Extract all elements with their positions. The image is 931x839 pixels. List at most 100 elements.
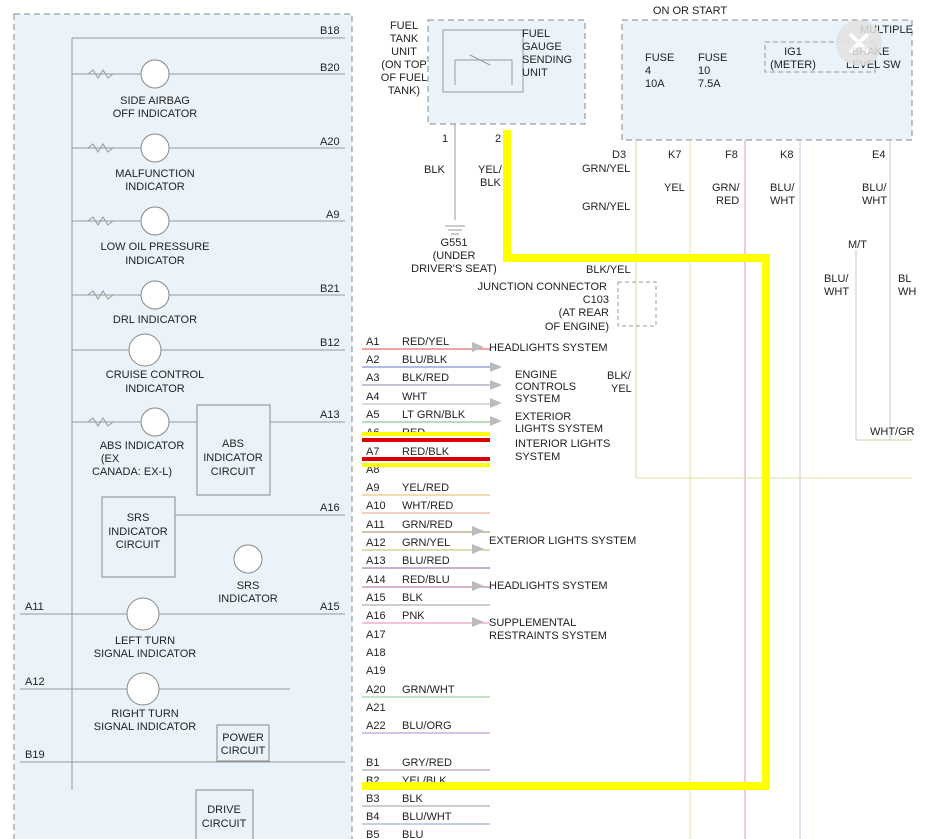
gauge-control-frame bbox=[13, 13, 353, 839]
svg-text:E4: E4 bbox=[872, 149, 885, 161]
wire-color-a1: RED/YEL bbox=[402, 336, 449, 348]
wire-color-a10: WHT/RED bbox=[402, 500, 453, 512]
junction-connector-c103 bbox=[617, 281, 657, 327]
pin-a10: A10 bbox=[366, 500, 386, 512]
pin-b3: B3 bbox=[366, 793, 379, 805]
wire-color-a2: BLU/BLK bbox=[402, 354, 448, 366]
pin-a21: A21 bbox=[366, 702, 386, 714]
fuel-tank-unit-frame bbox=[427, 19, 586, 125]
fuel-tank-unit-label: FUEL TANK UNIT (ON TOP OF FUEL TANK) bbox=[381, 20, 427, 97]
yel-blk-label: YEL/BLK bbox=[478, 164, 503, 189]
pin-a20: A20 bbox=[366, 684, 386, 696]
close-icon[interactable] bbox=[836, 20, 882, 66]
wire-color-a3: BLK/RED bbox=[402, 372, 449, 384]
wiring-diagram: A1 RED/YEL A2 BLU/BLK A3 BLK/RED A4 WHT A5 LT GRN… bbox=[13, 5, 916, 839]
svg-text:WHT/GR: WHT/GR bbox=[870, 426, 915, 438]
pin-a11: A11 bbox=[366, 519, 385, 531]
abs-indicator-circuit-box bbox=[196, 404, 271, 496]
svg-text:B21: B21 bbox=[320, 283, 340, 295]
pin-b4: B4 bbox=[366, 811, 379, 823]
pin1-label: 1 bbox=[442, 133, 448, 145]
pin-a7: A7 bbox=[366, 446, 379, 458]
bl-wh-label: BL WH bbox=[898, 273, 916, 298]
svg-text:A20: A20 bbox=[320, 136, 340, 148]
svg-text:ENGINECONTROLSSYSTEM: ENGINE CONTROLS SYSTEM bbox=[515, 369, 576, 405]
wire-color-a16: PNK bbox=[402, 610, 425, 622]
wire-color-a15: BLK bbox=[402, 592, 423, 604]
pin-a16: A16 bbox=[366, 610, 386, 622]
pin-a14: A14 bbox=[366, 574, 386, 586]
wire-color-a20: GRN/WHT bbox=[402, 684, 455, 696]
pin-a12: A12 bbox=[366, 537, 386, 549]
svg-text:INTERIOR LIGHTSSYSTEM: INTERIOR LIGHTS SYSTEM bbox=[515, 438, 610, 463]
svg-text:A13: A13 bbox=[320, 409, 340, 421]
svg-text:HEADLIGHTS SYSTEM: HEADLIGHTS SYSTEM bbox=[489, 580, 608, 592]
svg-text:SUPPLEMENTALRESTRAINTS SYSTEM: SUPPLEMENTAL RESTRAINTS SYSTEM bbox=[489, 617, 607, 642]
pin-a13: A13 bbox=[366, 555, 386, 567]
pin-b5: B5 bbox=[366, 829, 379, 839]
svg-text:B20: B20 bbox=[320, 62, 340, 74]
svg-text:A16: A16 bbox=[320, 502, 340, 514]
svg-text:YEL: YEL bbox=[664, 182, 685, 194]
top-wires bbox=[454, 124, 912, 839]
pin-a17: A17 bbox=[366, 629, 386, 641]
wire-color-a22: BLU/ORG bbox=[402, 720, 452, 732]
pin-a9: A9 bbox=[366, 482, 379, 494]
svg-text:DRL INDICATOR: DRL INDICATOR bbox=[113, 314, 197, 326]
pin-a3: A3 bbox=[366, 372, 379, 384]
pin-a1: A1 bbox=[366, 336, 379, 348]
pin-a4: A4 bbox=[366, 391, 379, 403]
svg-text:A15: A15 bbox=[320, 601, 340, 613]
svg-text:M/T: M/T bbox=[848, 239, 867, 251]
svg-text:EXTERIOR LIGHTS SYSTEM: EXTERIOR LIGHTS SYSTEM bbox=[489, 535, 636, 547]
wire-color-a9: YEL/RED bbox=[402, 482, 449, 494]
wire-color-a4: WHT bbox=[402, 391, 427, 403]
blu-wht2-label: BLU/WHT bbox=[862, 182, 887, 207]
pin-a22: A22 bbox=[366, 720, 386, 732]
svg-text:SIDE AIRBAGOFF INDICATOR: SIDE AIRBAG OFF INDICATOR bbox=[113, 95, 198, 120]
wire-color-a5: LT GRN/BLK bbox=[402, 409, 466, 421]
ground-icon bbox=[445, 225, 465, 235]
wire-color-a12: GRN/YEL bbox=[402, 537, 450, 549]
svg-text:A9: A9 bbox=[326, 209, 339, 221]
wire-color-b5: BLU bbox=[402, 829, 423, 839]
wire-color-b3: BLK bbox=[402, 793, 423, 805]
svg-text:F8: F8 bbox=[725, 149, 738, 161]
svg-text:D3: D3 bbox=[612, 149, 626, 161]
wire-color-b1: GRY/RED bbox=[402, 757, 452, 769]
svg-text:HEADLIGHTS SYSTEM: HEADLIGHTS SYSTEM bbox=[489, 342, 608, 354]
grn-red-label: GRN/RED bbox=[712, 182, 740, 207]
pin2-label: 2 bbox=[495, 133, 501, 145]
blu-wht3-label: BLU/WHT bbox=[824, 273, 849, 298]
svg-text:B18: B18 bbox=[320, 25, 340, 37]
blk-label: BLK bbox=[424, 164, 445, 176]
svg-text:BLK/YEL: BLK/YEL bbox=[586, 264, 631, 276]
svg-text:A11: A11 bbox=[25, 601, 44, 613]
svg-text:K7: K7 bbox=[668, 149, 681, 161]
pin-b1: B1 bbox=[366, 757, 379, 769]
blu-wht-label: BLU/WHT bbox=[770, 182, 795, 207]
wire-color-b4: BLU/WHT bbox=[402, 811, 452, 823]
pin-a15: A15 bbox=[366, 592, 386, 604]
pin-a18: A18 bbox=[366, 647, 386, 659]
on-or-start-label: ON OR START bbox=[653, 5, 727, 17]
junction-label: JUNCTION CONNECTOR C103 (AT REAR OF ENGINE) bbox=[478, 281, 609, 333]
pin-a5: A5 bbox=[366, 409, 379, 421]
svg-text:GRN/YEL: GRN/YEL bbox=[582, 201, 630, 213]
pin-a19: A19 bbox=[366, 665, 386, 677]
svg-text:K8: K8 bbox=[780, 149, 793, 161]
svg-text:B12: B12 bbox=[320, 337, 340, 349]
svg-text:MALFUNCTIONINDICATOR: MALFUNCTION INDICATOR bbox=[115, 168, 195, 193]
blk-yel-side-label: BLK/YEL bbox=[607, 370, 632, 395]
svg-text:B19: B19 bbox=[25, 749, 45, 761]
wire-color-a11: GRN/RED bbox=[402, 519, 453, 531]
wire-color-a14: RED/BLU bbox=[402, 574, 450, 586]
svg-text:A12: A12 bbox=[25, 676, 45, 688]
svg-text:POWERCIRCUIT: POWER CIRCUIT bbox=[221, 732, 266, 757]
wire-color-a7: RED/BLK bbox=[402, 446, 450, 458]
pin-a2: A2 bbox=[366, 354, 379, 366]
svg-text:GRN/YEL: GRN/YEL bbox=[582, 163, 630, 175]
wire-color-a13: BLU/RED bbox=[402, 555, 450, 567]
g551-label: G551 (UNDER DRIVER'S SEAT) bbox=[411, 237, 497, 275]
svg-text:EXTERIORLIGHTS SYSTEM: EXTERIOR LIGHTS SYSTEM bbox=[515, 411, 603, 435]
